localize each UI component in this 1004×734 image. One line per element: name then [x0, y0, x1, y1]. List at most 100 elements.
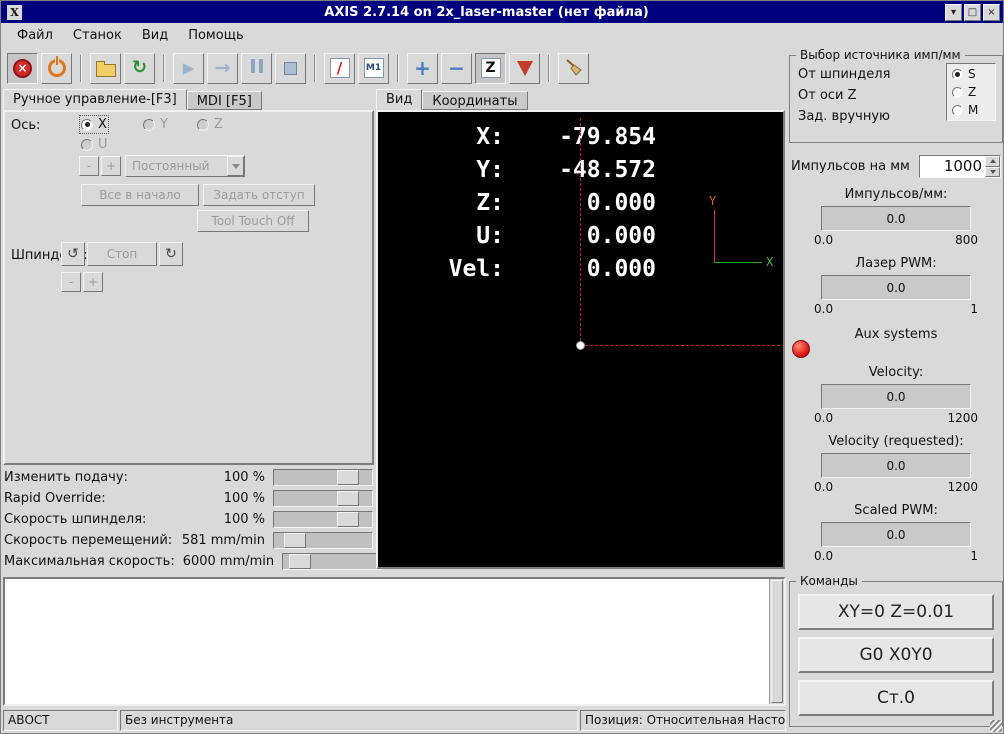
- rapid-override-slider[interactable]: [273, 490, 373, 507]
- commands-group: Команды XY=0 Z=0.01 G0 X0Y0 Ст.0: [789, 581, 1003, 727]
- machine-power-button[interactable]: [41, 53, 72, 84]
- view-z-button[interactable]: Z: [475, 53, 506, 84]
- spindle-override-slider[interactable]: [273, 511, 373, 528]
- estop-button[interactable]: ×: [7, 53, 38, 84]
- source-zaxis-radio[interactable]: Z: [952, 85, 990, 99]
- zoom-out-icon: −: [448, 59, 465, 77]
- commands-title: Команды: [796, 574, 862, 588]
- slider-handle[interactable]: [289, 554, 311, 569]
- spindle-override-label: Скорость шпинделя:: [4, 512, 216, 527]
- scaled-pwm-meter: Scaled PWM: 0.0 0.01: [789, 503, 1003, 563]
- spin-down-button[interactable]: [985, 167, 1000, 178]
- slider-handle[interactable]: [337, 512, 359, 527]
- optional-stop-button[interactable]: M1: [358, 53, 389, 84]
- pulses-meter-max: 800: [955, 233, 978, 247]
- radio-icon: [952, 69, 963, 80]
- resize-grip[interactable]: [990, 720, 1002, 732]
- menu-help[interactable]: Помощь: [180, 26, 251, 45]
- history-scrollbar[interactable]: [769, 579, 784, 704]
- max-speed-slider[interactable]: [282, 553, 382, 570]
- radio-icon: [81, 119, 93, 131]
- rotate-cone-icon: [517, 61, 533, 76]
- source-manual-radio[interactable]: M: [952, 103, 990, 117]
- scrollbar-thumb[interactable]: [771, 580, 783, 703]
- tab-mdi[interactable]: MDI [F5]: [187, 91, 262, 110]
- spindle-ccw-icon: ↺: [67, 247, 79, 261]
- spindle-stop-button[interactable]: Стоп: [87, 242, 157, 266]
- maximize-button[interactable]: □: [964, 4, 981, 21]
- axis-radio-x-label: X: [98, 117, 107, 132]
- toolbar-separator: [314, 55, 316, 82]
- zoom-out-button[interactable]: −: [441, 53, 472, 84]
- axis-radio-x[interactable]: X: [81, 117, 107, 132]
- run-button[interactable]: ▶: [173, 53, 204, 84]
- mdi-history-area[interactable]: [3, 577, 786, 706]
- overrides-panel: Изменить подачу: 100 % Rapid Override: 1…: [3, 467, 374, 571]
- pause-button[interactable]: [241, 53, 272, 84]
- skip-lines-button[interactable]: /: [324, 53, 355, 84]
- axis-radio-y-label: Y: [160, 117, 168, 132]
- jog-plus-button[interactable]: +: [101, 156, 121, 176]
- aux-led-indicator: [792, 340, 810, 358]
- spindle-faster-button[interactable]: +: [83, 272, 103, 292]
- axis-radio-u-label: U: [98, 137, 108, 152]
- stop-icon: [284, 62, 297, 75]
- close-button[interactable]: ×: [983, 4, 1000, 21]
- laser-pwm-meter: Лазер PWM: 0.0 0.01: [789, 256, 1003, 316]
- menu-machine[interactable]: Станок: [65, 26, 130, 45]
- axis-radio-z[interactable]: Z: [197, 117, 223, 132]
- tab-manual-control[interactable]: Ручное управление-[F3]: [3, 89, 187, 110]
- y-axis-line: [714, 210, 715, 263]
- spindle-reverse-button[interactable]: ↺: [61, 242, 85, 266]
- tab-preview[interactable]: Вид: [376, 89, 422, 110]
- app-icon: X: [7, 5, 22, 20]
- spin-up-button[interactable]: [985, 156, 1000, 167]
- source-spindle-radio[interactable]: S: [952, 67, 990, 81]
- dro-y-label: Y:: [418, 157, 504, 190]
- slider-handle[interactable]: [337, 470, 359, 485]
- pulse-source-group: Выбор источника имп/мм От шпинделя От ос…: [789, 55, 1003, 143]
- aux-systems-label: Aux systems: [855, 327, 938, 342]
- slider-handle[interactable]: [284, 533, 306, 548]
- jog-minus-button[interactable]: -: [79, 156, 99, 176]
- slider-handle[interactable]: [337, 491, 359, 506]
- axis-radio-u[interactable]: U: [81, 137, 108, 152]
- tool-touch-off-button[interactable]: Tool Touch Off: [197, 210, 309, 232]
- home-all-button[interactable]: Все в начало: [81, 184, 199, 206]
- max-speed-label: Максимальная скорость:: [4, 554, 175, 569]
- velocity-requested-bar: 0.0: [821, 453, 971, 478]
- reload-icon: ↻: [132, 59, 147, 77]
- axis-radio-y[interactable]: Y: [143, 117, 168, 132]
- step-button[interactable]: →: [207, 53, 238, 84]
- stop-button[interactable]: [275, 53, 306, 84]
- spindle-forward-button[interactable]: ↻: [159, 242, 183, 266]
- g0-x0y0-button[interactable]: G0 X0Y0: [798, 637, 994, 673]
- jog-speed-slider[interactable]: [273, 532, 373, 549]
- jog-increment-combobox[interactable]: Постоянный: [125, 155, 245, 177]
- rotate-view-button[interactable]: [509, 53, 540, 84]
- menu-file[interactable]: Файл: [9, 26, 61, 45]
- combobox-arrow[interactable]: [227, 156, 244, 176]
- titlebar[interactable]: X AXIS 2.7.14 on 2x_laser-master (нет фа…: [1, 1, 1003, 23]
- touch-off-button[interactable]: Задать отступ: [203, 184, 315, 206]
- xy-zero-button[interactable]: XY=0 Z=0.01: [798, 594, 994, 630]
- preview-canvas[interactable]: X:-79.854 Y:-48.572 Z:0.000 U:0.000 Vel:…: [376, 110, 785, 569]
- zoom-in-button[interactable]: +: [407, 53, 438, 84]
- jog-speed-label: Скорость перемещений:: [4, 533, 174, 548]
- skip-lines-icon: /: [330, 58, 350, 78]
- feed-override-slider[interactable]: [273, 469, 373, 486]
- spindle-slower-button[interactable]: -: [61, 272, 81, 292]
- minimize-button[interactable]: ▾: [945, 4, 962, 21]
- clear-plot-button[interactable]: [558, 53, 589, 84]
- open-file-button[interactable]: [90, 53, 121, 84]
- pulses-per-mm-spinbox[interactable]: 1000: [919, 155, 1001, 178]
- pulse-source-radio-box: S Z M: [946, 63, 996, 121]
- machine-limit-line-vertical: [580, 118, 581, 346]
- velocity-bar: 0.0: [821, 384, 971, 409]
- reload-button[interactable]: ↻: [124, 53, 155, 84]
- menu-view[interactable]: Вид: [134, 26, 176, 45]
- scaled-pwm-bar: 0.0: [821, 522, 971, 547]
- velocity-min: 0.0: [814, 411, 833, 425]
- tab-dro[interactable]: Координаты: [422, 91, 527, 110]
- manual-control-body: Ось: X Y Z U - + Постоянный: [3, 110, 374, 465]
